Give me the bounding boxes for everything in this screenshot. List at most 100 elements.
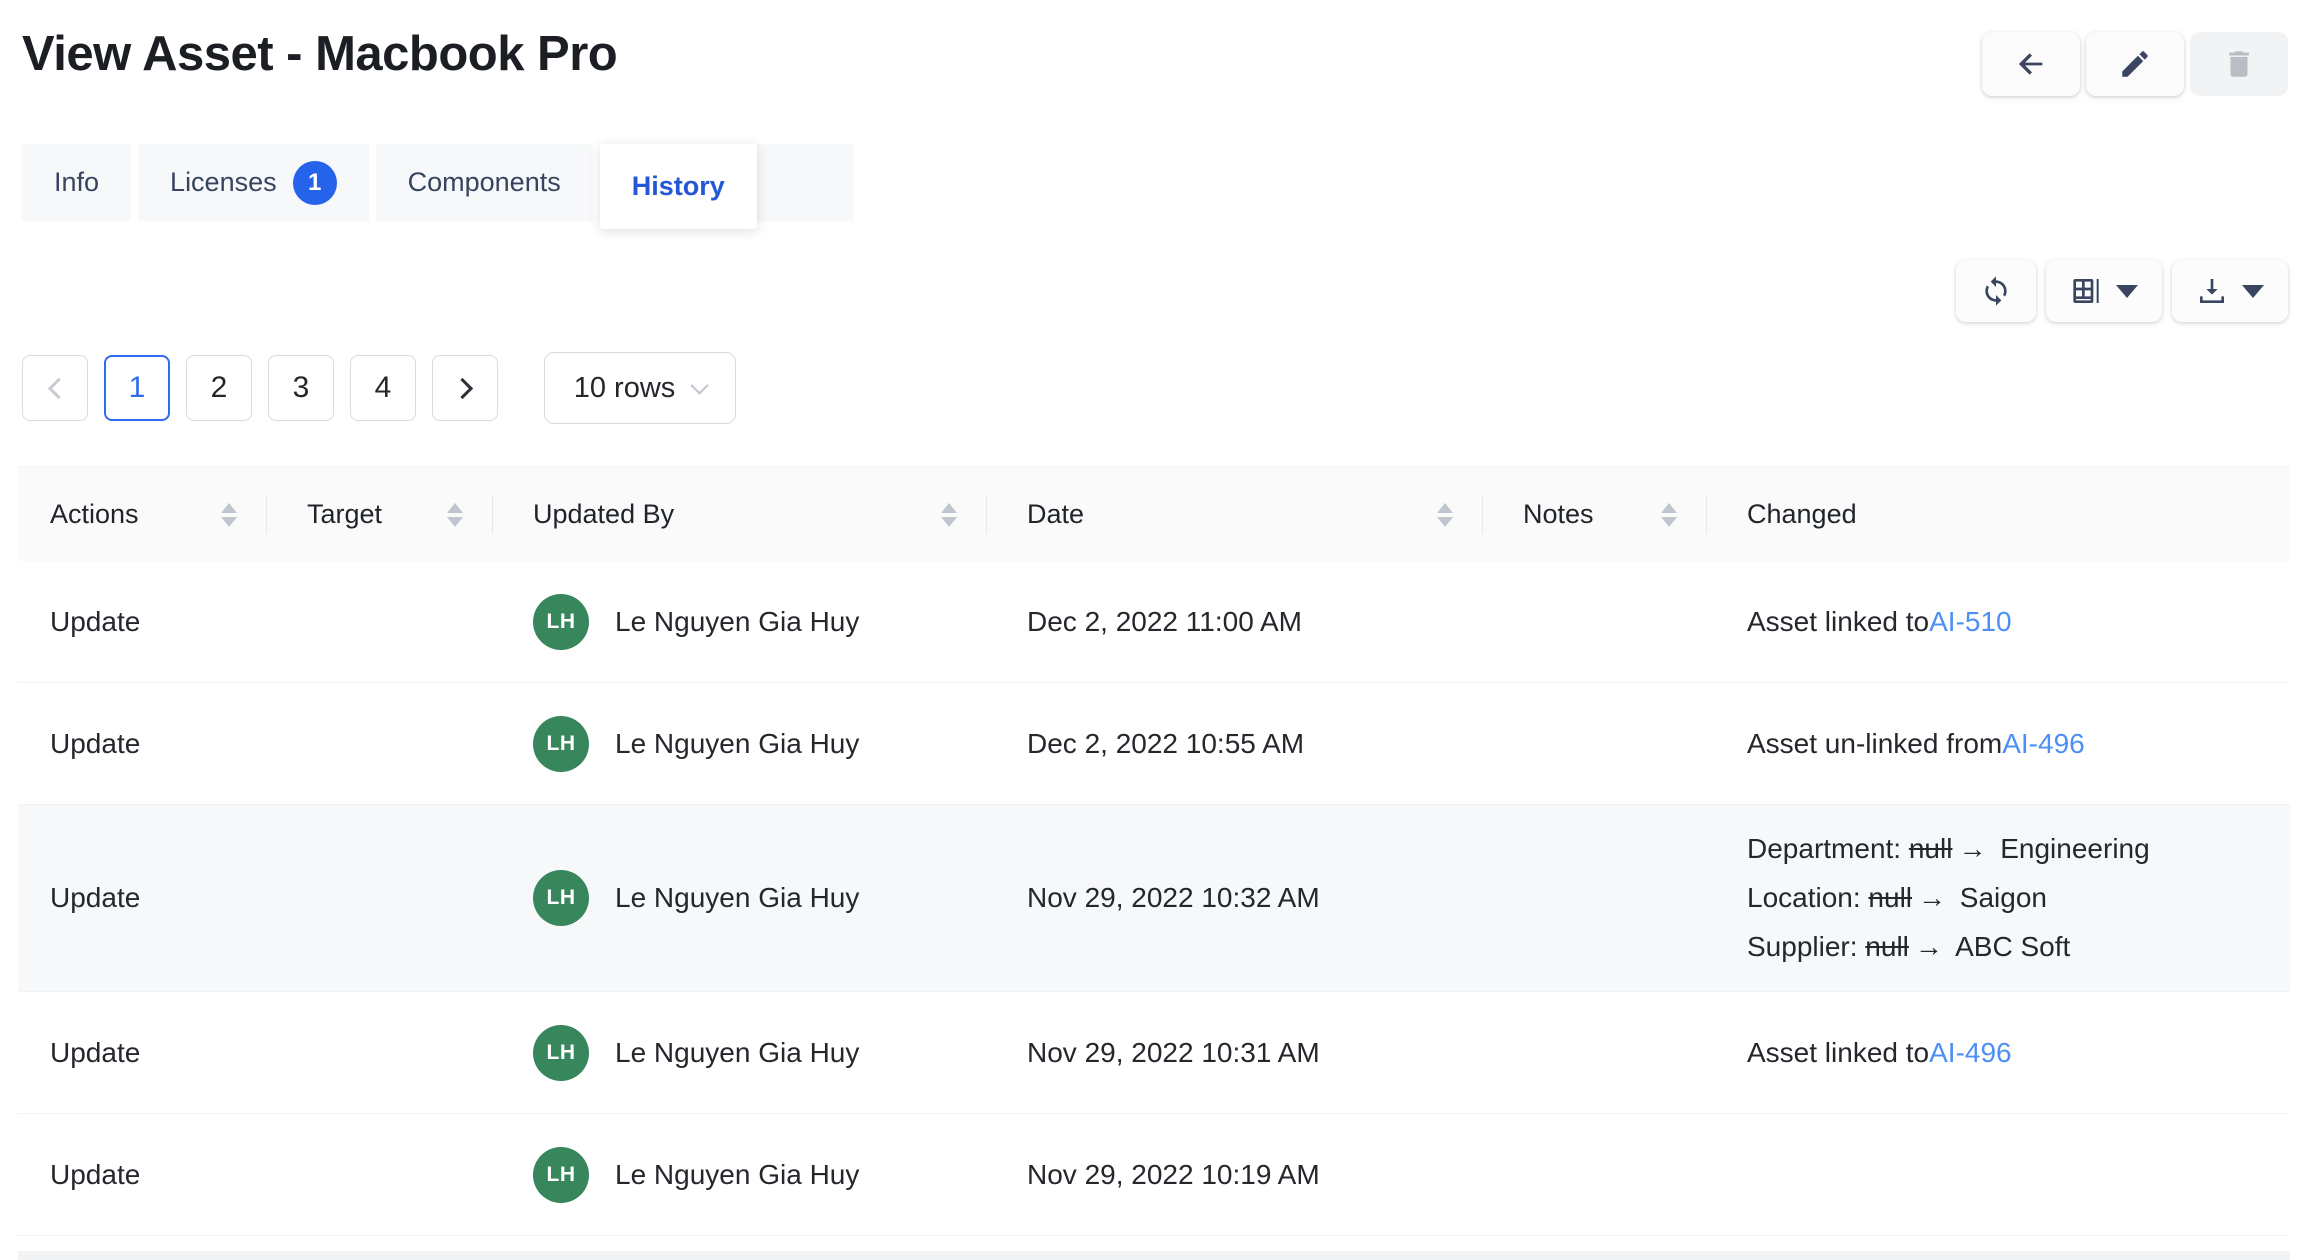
- tab-strip-filler: [757, 144, 853, 221]
- asset-link[interactable]: AI-496: [1929, 1037, 2012, 1069]
- page-button-4[interactable]: 4: [350, 355, 416, 421]
- old-value: null: [1868, 882, 1912, 913]
- page-title: View Asset - Macbook Pro: [22, 26, 617, 82]
- chevron-right-icon: [451, 377, 472, 398]
- sort-icon: [221, 503, 237, 527]
- pagination: 1 2 3 4 10 rows: [22, 352, 2308, 424]
- refresh-button[interactable]: [1956, 260, 2036, 322]
- asset-link[interactable]: AI-510: [1929, 606, 2012, 638]
- export-caret-icon: [2242, 285, 2264, 298]
- column-header-target[interactable]: Target: [267, 467, 493, 562]
- chevron-down-icon: [691, 376, 709, 394]
- tab-info[interactable]: Info: [22, 144, 131, 221]
- change-line: Location: null→ Saigon: [1747, 882, 2150, 914]
- cell-action: Update: [18, 1037, 267, 1069]
- changed-text: Asset linked to: [1747, 606, 1929, 638]
- tab-history[interactable]: History: [600, 144, 757, 229]
- table-row: Update LH Le Nguyen Gia Huy Nov 29, 2022…: [18, 992, 2290, 1114]
- changed-text: Asset linked to: [1747, 1037, 1929, 1069]
- tab-components[interactable]: Components: [376, 144, 593, 221]
- old-value: null: [1865, 931, 1909, 962]
- rows-per-page-select[interactable]: 10 rows: [544, 352, 736, 424]
- cell-date: Nov 29, 2022 10:31 AM: [987, 1037, 1483, 1069]
- column-header-updated-by[interactable]: Updated By: [493, 467, 987, 562]
- asset-link[interactable]: AI-496: [2002, 728, 2085, 760]
- tab-bar: Info Licenses 1 Components History: [22, 144, 2308, 230]
- cell-action: Update: [18, 1159, 267, 1191]
- table-row: Update LH Le Nguyen Gia Huy Dec 2, 2022 …: [18, 683, 2290, 805]
- change-lines: Department: null→ Engineering Location: …: [1747, 805, 2150, 991]
- page-number: 1: [129, 371, 146, 405]
- cell-action: Update: [18, 606, 267, 638]
- cell-changed: Asset un-linked from AI-496: [1707, 728, 2290, 760]
- avatar: LH: [533, 716, 589, 772]
- table-header-row: Actions Target Updated By Date Notes Cha…: [18, 466, 2290, 561]
- user-name: Le Nguyen Gia Huy: [615, 606, 859, 638]
- cell-updated-by: LH Le Nguyen Gia Huy: [493, 1147, 987, 1203]
- column-header-notes[interactable]: Notes: [1483, 467, 1707, 562]
- cell-changed: Asset linked to AI-510: [1707, 606, 2290, 638]
- table-row: Update LH Le Nguyen Gia Huy Dec 2, 2022 …: [18, 561, 2290, 683]
- page-number: 2: [211, 371, 228, 405]
- columns-icon: [2070, 275, 2102, 307]
- tab-info-label: Info: [54, 167, 99, 198]
- chevron-left-icon: [47, 377, 68, 398]
- column-header-actions[interactable]: Actions: [18, 467, 267, 562]
- column-label: Date: [1027, 499, 1084, 530]
- cell-updated-by: LH Le Nguyen Gia Huy: [493, 594, 987, 650]
- page-button-1[interactable]: 1: [104, 355, 170, 421]
- changed-text: Asset un-linked from: [1747, 728, 2002, 760]
- sort-icon: [1437, 503, 1453, 527]
- table-toolbar: [0, 230, 2308, 322]
- new-value: ABC Soft: [1949, 931, 2070, 962]
- back-button[interactable]: [1982, 32, 2080, 96]
- cell-action: Update: [18, 728, 267, 760]
- download-icon: [2196, 275, 2228, 307]
- change-line: Supplier: null→ ABC Soft: [1747, 931, 2150, 963]
- new-value: Engineering: [1992, 833, 2149, 864]
- back-arrow-icon: [2014, 47, 2048, 81]
- refresh-icon: [1980, 275, 2012, 307]
- column-label: Notes: [1523, 499, 1594, 530]
- cell-updated-by: LH Le Nguyen Gia Huy: [493, 716, 987, 772]
- trash-icon: [2222, 47, 2256, 81]
- cell-date: Dec 2, 2022 10:55 AM: [987, 728, 1483, 760]
- columns-button[interactable]: [2046, 260, 2162, 322]
- page-number: 3: [293, 371, 310, 405]
- cell-changed: Department: null→ Engineering Location: …: [1707, 805, 2290, 991]
- edit-button[interactable]: [2086, 32, 2184, 96]
- column-label: Changed: [1747, 499, 1857, 530]
- avatar: LH: [533, 870, 589, 926]
- column-label: Target: [307, 499, 382, 530]
- column-header-date[interactable]: Date: [987, 467, 1483, 562]
- column-label: Updated By: [533, 499, 674, 530]
- pencil-icon: [2118, 47, 2152, 81]
- change-field: Location:: [1747, 882, 1868, 913]
- user-name: Le Nguyen Gia Huy: [615, 882, 859, 914]
- view-asset-page: View Asset - Macbook Pro Info: [0, 0, 2308, 1260]
- arrow-right-icon: →: [1952, 833, 1992, 864]
- next-page-button[interactable]: [432, 355, 498, 421]
- table-row: Update LH Le Nguyen Gia Huy Nov 29, 2022…: [18, 1114, 2290, 1236]
- cell-updated-by: LH Le Nguyen Gia Huy: [493, 1025, 987, 1081]
- new-value: Saigon: [1952, 882, 2047, 913]
- licenses-count-badge: 1: [293, 161, 337, 205]
- column-header-changed: Changed: [1707, 467, 2290, 562]
- tab-licenses-label: Licenses: [170, 167, 277, 198]
- cell-action: Update: [18, 882, 267, 914]
- column-label: Actions: [50, 499, 139, 530]
- rows-per-page-value: 10 rows: [574, 372, 676, 405]
- page-button-3[interactable]: 3: [268, 355, 334, 421]
- cell-date: Nov 29, 2022 10:19 AM: [987, 1159, 1483, 1191]
- tab-licenses[interactable]: Licenses 1: [138, 144, 369, 221]
- export-button[interactable]: [2172, 260, 2288, 322]
- delete-button[interactable]: [2190, 32, 2288, 96]
- prev-page-button[interactable]: [22, 355, 88, 421]
- arrow-right-icon: →: [1909, 931, 1949, 962]
- change-line: Department: null→ Engineering: [1747, 833, 2150, 865]
- sort-icon: [447, 503, 463, 527]
- sort-icon: [1661, 503, 1677, 527]
- page-number: 4: [375, 371, 392, 405]
- old-value: null: [1909, 833, 1953, 864]
- page-button-2[interactable]: 2: [186, 355, 252, 421]
